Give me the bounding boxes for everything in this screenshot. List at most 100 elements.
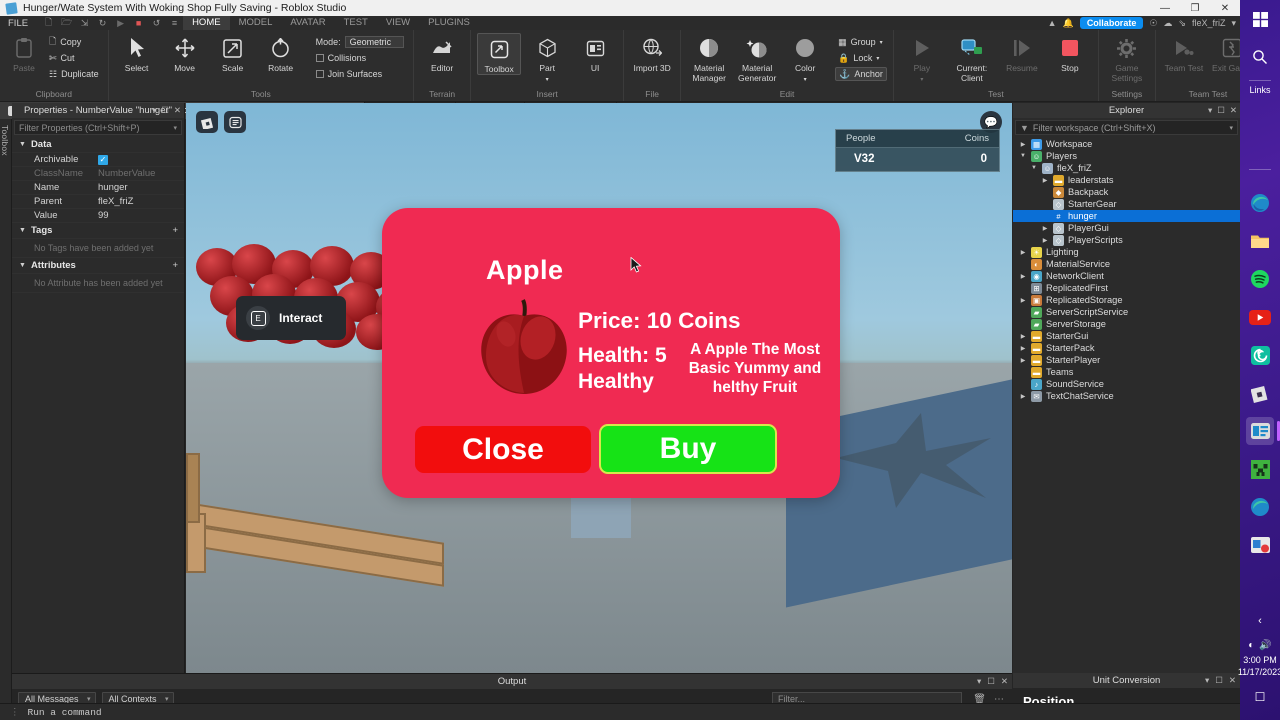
terrain-editor-button[interactable]: Editor	[420, 33, 464, 73]
chevron-right-icon[interactable]: ▶	[1019, 333, 1027, 340]
property-row-parent[interactable]: Parent fleX_friZ	[12, 195, 184, 209]
play-chevron-down-icon[interactable]: ▾	[920, 75, 923, 85]
network-icon[interactable]: ◐	[1248, 640, 1254, 651]
spotify-icon[interactable]	[1246, 265, 1274, 293]
group-button[interactable]: ▦ Group ▾	[835, 35, 887, 49]
chevron-right-icon[interactable]: ▶	[1019, 393, 1027, 400]
chevron-down-icon[interactable]: ▾	[152, 105, 156, 116]
float-icon[interactable]: ☐	[987, 676, 995, 687]
lock-chevron-down-icon[interactable]: ▾	[876, 55, 879, 62]
chevron-right-icon[interactable]: ▶	[1019, 249, 1027, 256]
chevron-down-icon[interactable]: ▾	[1231, 18, 1236, 29]
minimize-button[interactable]: —	[1150, 0, 1180, 16]
lock-button[interactable]: 🔒 Lock ▾	[835, 51, 887, 65]
chevron-down-icon[interactable]: ▾	[977, 676, 981, 687]
scale-tool-button[interactable]: Scale	[211, 33, 255, 73]
close-icon[interactable]: ✕	[1229, 675, 1236, 686]
photos-icon[interactable]	[1246, 531, 1274, 559]
play-button[interactable]: Play ▾	[900, 33, 944, 85]
chevron-down-icon[interactable]: ▼	[1019, 153, 1027, 159]
explorer-item-startergui[interactable]: ▶ ▬ StarterGui	[1013, 330, 1240, 342]
app-teal-icon[interactable]	[1246, 341, 1274, 369]
duplicate-button[interactable]: ☷ Duplicate	[46, 67, 102, 81]
join-surfaces-checkbox[interactable]: Join Surfaces	[313, 67, 408, 81]
volume-icon[interactable]: 🔊	[1259, 640, 1271, 651]
close-icon[interactable]: ✕	[1230, 105, 1237, 116]
explorer-item-hunger[interactable]: # hunger	[1013, 210, 1240, 222]
chevron-down-icon[interactable]: ▾	[1208, 105, 1212, 116]
chevron-right-icon[interactable]: ▶	[1019, 297, 1027, 304]
youtube-icon[interactable]	[1246, 303, 1274, 331]
toolbox-rail-label[interactable]: Toolbox	[0, 125, 10, 156]
collisions-checkbox[interactable]: Collisions	[313, 51, 408, 65]
account-name[interactable]: fleX_friZ	[1192, 18, 1226, 28]
more-icon[interactable]: ≡	[166, 17, 183, 30]
part-chevron-down-icon[interactable]: ▾	[546, 75, 549, 85]
edge2-icon[interactable]	[1246, 493, 1274, 521]
explorer-item-serverscriptservice[interactable]: ▰ ServerScriptService	[1013, 306, 1240, 318]
explorer-item-players[interactable]: ▼ ☺ Players	[1013, 150, 1240, 162]
anchor-button[interactable]: ⚓ Anchor	[835, 67, 887, 81]
maximize-button[interactable]: ❐	[1180, 0, 1210, 16]
explorer-item-workspace[interactable]: ▶ ▦ Workspace	[1013, 138, 1240, 150]
properties-section-tags[interactable]: ▼ Tags +	[12, 223, 184, 239]
resume-button[interactable]: Resume	[1000, 33, 1044, 73]
close-icon[interactable]: ✕	[174, 105, 181, 116]
ui-button[interactable]: UI	[573, 33, 617, 73]
collaborate-button[interactable]: Collaborate	[1079, 17, 1144, 29]
explorer-filter-input[interactable]: ▼ Filter workspace (Ctrl+Shift+X) ▾	[1015, 120, 1238, 135]
cut-button[interactable]: ✄ Cut	[46, 51, 102, 65]
explorer-item-lighting[interactable]: ▶ ☀ Lighting	[1013, 246, 1240, 258]
move-tool-button[interactable]: Move	[163, 33, 207, 73]
chevron-right-icon[interactable]: ▶	[1041, 237, 1049, 244]
mode-selector[interactable]: Mode: Geometric	[313, 35, 408, 49]
new-icon[interactable]: 🗋	[40, 17, 57, 30]
property-value[interactable]: 99	[94, 210, 109, 221]
help-icon[interactable]: ☉	[1149, 18, 1157, 29]
show-hidden-icon[interactable]: ‹	[1246, 607, 1274, 635]
taskbar-clock[interactable]: 3:00 PM 11/17/2023	[1238, 654, 1280, 678]
toolbox-button[interactable]: Toolbox	[477, 33, 522, 75]
chevron-right-icon[interactable]: ▶	[1041, 225, 1049, 232]
properties-section-attributes[interactable]: ▼ Attributes +	[12, 258, 184, 274]
property-row-name[interactable]: Name hunger	[12, 181, 184, 195]
play-icon[interactable]: ▶	[112, 17, 129, 30]
property-value[interactable]: hunger	[94, 182, 128, 193]
part-button[interactable]: Part ▾	[525, 33, 569, 85]
group-chevron-down-icon[interactable]: ▾	[880, 39, 883, 46]
explorer-item-leaderstats[interactable]: ▶ ▬ leaderstats	[1013, 174, 1240, 186]
explorer-item-replicatedfirst[interactable]: ⊞ ReplicatedFirst	[1013, 282, 1240, 294]
notification-icon[interactable]: ☐	[1246, 683, 1274, 711]
chevron-down-icon[interactable]: ▾	[173, 124, 177, 132]
search-icon[interactable]	[1246, 43, 1274, 71]
chevron-down-icon[interactable]: ▾	[1229, 124, 1233, 132]
properties-filter-input[interactable]: Filter Properties (Ctrl+Shift+P) ▾	[14, 120, 182, 135]
float-icon[interactable]: ☐	[161, 105, 169, 116]
explorer-item-networkclient[interactable]: ▶ ◉ NetworkClient	[1013, 270, 1240, 282]
chevron-right-icon[interactable]: ▶	[1019, 141, 1027, 148]
file-explorer-icon[interactable]	[1246, 227, 1274, 255]
redo-icon[interactable]: ↻	[94, 17, 111, 30]
property-value[interactable]: fleX_friZ	[94, 196, 133, 207]
tab-plugins[interactable]: PLUGINS	[419, 16, 479, 30]
copy-button[interactable]: 🗋 Copy	[46, 35, 102, 49]
share-icon[interactable]: ⇘	[1178, 18, 1186, 29]
rotate-tool-button[interactable]: Rotate	[259, 33, 303, 73]
tab-home[interactable]: HOME	[183, 16, 230, 30]
chevron-up-icon[interactable]: ▲	[1048, 18, 1057, 28]
explorer-item-starterpack[interactable]: ▶ ▬ StarterPack	[1013, 342, 1240, 354]
minecraft-icon[interactable]	[1246, 455, 1274, 483]
mode-value[interactable]: Geometric	[344, 36, 405, 48]
properties-section-data[interactable]: ▼ Data	[12, 137, 184, 153]
paste-button[interactable]: Paste	[6, 33, 42, 73]
stop-icon[interactable]: ■	[130, 17, 147, 30]
explorer-item-replicatedstorage[interactable]: ▶ ▣ ReplicatedStorage	[1013, 294, 1240, 306]
explorer-item-teams[interactable]: ▬ Teams	[1013, 366, 1240, 378]
chat-panel-icon[interactable]	[224, 111, 246, 133]
import-3d-button[interactable]: Import 3D	[630, 33, 674, 73]
chevron-right-icon[interactable]: ▶	[1041, 177, 1049, 184]
chevron-right-icon[interactable]: ▶	[1019, 357, 1027, 364]
roblox-icon[interactable]	[1246, 379, 1274, 407]
chevron-down-icon[interactable]: ▼	[1030, 165, 1038, 171]
explorer-item-starterplayer[interactable]: ▶ ▬ StarterPlayer	[1013, 354, 1240, 366]
